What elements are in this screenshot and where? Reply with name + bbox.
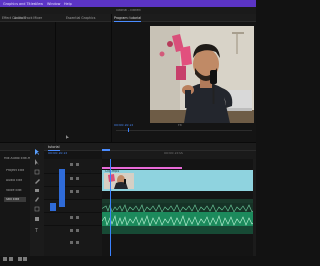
zoom-select[interactable]: Fit xyxy=(178,124,182,128)
program-monitor: Program: tutorial 00:00:10:15 Fit xyxy=(112,14,256,149)
tab-program-monitor[interactable]: Program: tutorial xyxy=(114,16,142,22)
new-item-icon xyxy=(18,257,22,261)
list-item[interactable]: Project Edit xyxy=(6,169,24,173)
program-timecode: 00:00:10:15 xyxy=(114,124,134,127)
timeline-playhead[interactable] xyxy=(110,159,111,256)
pen-tool-icon xyxy=(35,197,39,202)
tab-essential-graphics[interactable]: Essential Graphics xyxy=(66,16,95,20)
menu-item-window[interactable]: Window xyxy=(47,2,60,6)
track-solo-icon xyxy=(76,241,79,244)
video-frame xyxy=(150,26,254,123)
scrub-bar[interactable] xyxy=(116,130,252,131)
track-mute-icon xyxy=(70,229,73,232)
ruler-label: 00:00:15:00 xyxy=(164,152,184,155)
track-eye-icon xyxy=(76,177,79,180)
trash-icon xyxy=(23,257,27,261)
audio-track-a3[interactable] xyxy=(102,226,256,234)
track-mute-icon xyxy=(70,241,73,244)
source-panel: Effect Controls Audio Track Mixer Essent… xyxy=(0,14,111,142)
audio-track-a2[interactable] xyxy=(101,212,257,228)
tools-panel: T xyxy=(30,143,44,256)
razor-tool-icon xyxy=(35,179,40,184)
time-ruler[interactable]: 00:00:15:00 xyxy=(102,151,256,159)
timeline-panel: tutorial 00:00:10:15 00:00:15:00 Clip.mp… xyxy=(44,143,257,256)
track-headers xyxy=(44,159,102,256)
slip-tool-icon xyxy=(35,189,39,192)
track-lock-icon xyxy=(70,190,73,193)
list-item[interactable]: Voice Edit xyxy=(6,189,22,193)
timeline-timecode: 00:00:10:15 xyxy=(48,152,68,155)
clip-thumbnail xyxy=(104,173,134,189)
selection-tool-icon xyxy=(35,149,39,155)
menu-item-graphics-and-titles[interactable]: Graphics and Titles xyxy=(3,2,36,6)
video-clip[interactable]: Clip.mp4 xyxy=(102,170,256,191)
project-footer xyxy=(2,247,28,261)
track-eye-icon xyxy=(76,190,79,193)
project-panel-tabs xyxy=(0,143,30,151)
hand-tool-icon xyxy=(35,217,39,221)
menu-bar: Graphics and Titles View Window Help xyxy=(0,0,256,7)
program-monitor-tabs: Program: tutorial xyxy=(112,14,256,22)
menu-item-help[interactable]: Help xyxy=(64,2,72,6)
track-lock-icon xyxy=(70,163,73,166)
source-patch-a1 xyxy=(50,203,56,211)
clip-label-bar xyxy=(102,167,182,169)
tab-sequence[interactable]: tutorial xyxy=(48,145,60,151)
list-view-icon xyxy=(3,257,7,261)
track-eye-icon xyxy=(76,163,79,166)
monitor-playhead[interactable] xyxy=(128,128,129,132)
transport-controls: + xyxy=(186,133,256,149)
track-lock-icon xyxy=(70,177,73,180)
clip-label: Clip.mp4 xyxy=(105,170,120,173)
project-panel: Mix Audio Edit.mp4 Project Edit Audio Ed… xyxy=(0,143,35,261)
type-tool-icon: T xyxy=(34,228,39,234)
window-title: Tutorial - Edited xyxy=(115,9,141,12)
timeline-tabs: tutorial xyxy=(44,143,256,151)
ripple-edit-tool-icon xyxy=(34,169,40,175)
title-bar: Tutorial - Edited xyxy=(0,7,256,14)
top-panels-divider xyxy=(111,14,112,143)
source-panel-tabs: Effect Controls Audio Track Mixer Essent… xyxy=(0,14,111,22)
track-area[interactable]: Clip.mp4 xyxy=(101,159,257,256)
work-area-bar[interactable] xyxy=(102,149,110,151)
audio-track-a1[interactable] xyxy=(101,199,257,214)
timeline-scrollbar[interactable] xyxy=(253,159,256,256)
cursor-icon xyxy=(66,124,69,139)
menu-item-view[interactable]: View xyxy=(35,2,43,6)
track-select-tool-icon xyxy=(35,159,39,165)
source-patch-v1 xyxy=(59,169,65,207)
list-item-selected[interactable]: Still Edit xyxy=(4,197,26,202)
rectangle-tool-icon xyxy=(34,206,40,212)
video-frame-image xyxy=(150,26,254,123)
track-mute-icon xyxy=(70,216,73,219)
icon-view-icon xyxy=(9,257,13,261)
track-solo-icon xyxy=(76,229,79,232)
tab-audio-track-mixer[interactable]: Audio Track Mixer xyxy=(14,16,42,20)
track-solo-icon xyxy=(76,216,79,219)
list-item-label: Still Edit xyxy=(6,197,20,201)
panel-divider xyxy=(55,22,56,142)
list-item[interactable]: Audio Edit xyxy=(6,179,22,183)
